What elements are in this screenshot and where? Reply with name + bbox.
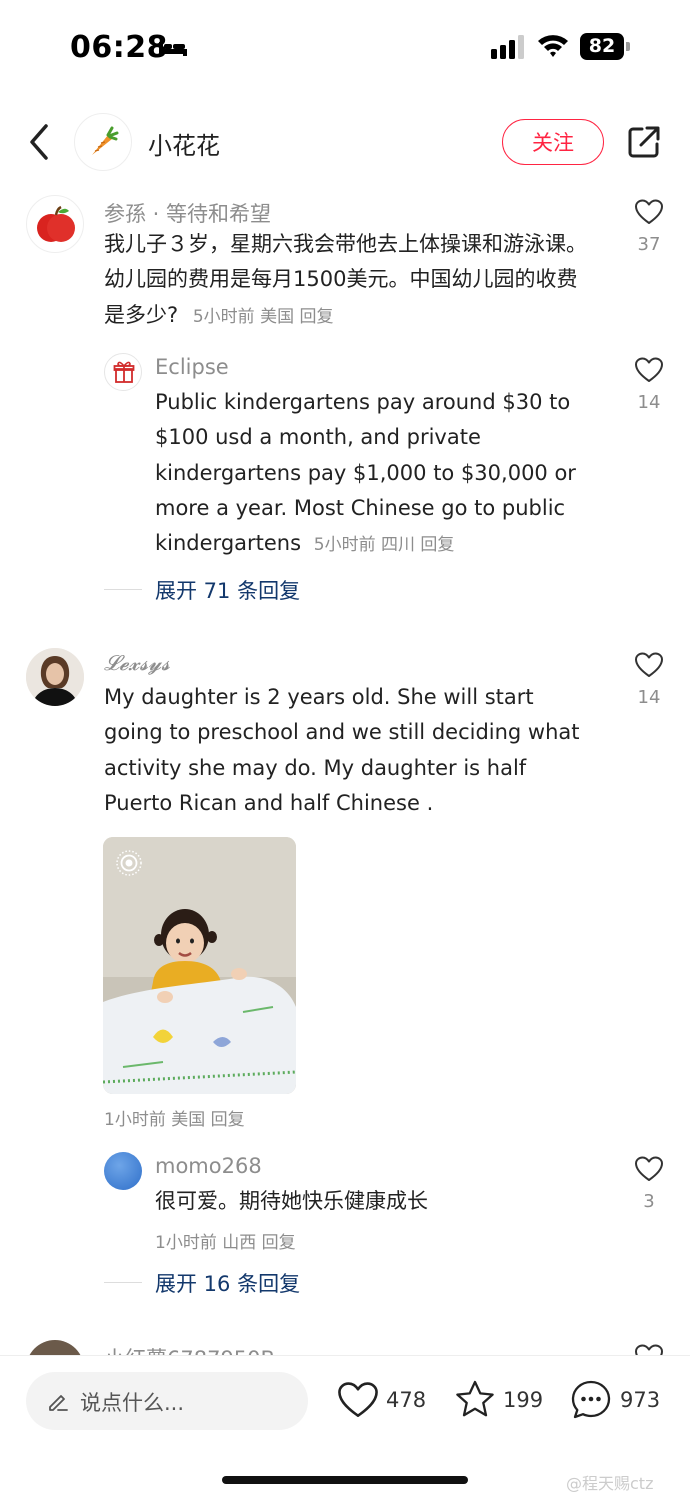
reply-meta[interactable]: 5小时前 四川 回复 bbox=[314, 535, 455, 555]
collect-button[interactable]: 199 bbox=[454, 1380, 550, 1424]
comment-total: 973 bbox=[620, 1388, 661, 1412]
comment-input[interactable]: 说点什么... bbox=[26, 1372, 308, 1430]
reply-like[interactable]: 14 bbox=[629, 356, 669, 413]
carrot-icon bbox=[92, 126, 119, 155]
author-avatar[interactable] bbox=[74, 113, 132, 171]
star-outline-icon bbox=[456, 1380, 494, 1417]
battery-level: 82 bbox=[580, 33, 624, 60]
heart-outline-icon bbox=[635, 652, 663, 677]
commenter-name[interactable]: 参孫 · 等待和希望 bbox=[104, 198, 271, 228]
watermark: @程天赐ctz bbox=[566, 1474, 654, 1493]
bottom-action-bar: 说点什么... 478 199 973 @程天赐ctz bbox=[0, 1355, 690, 1496]
expand-replies-label[interactable]: 展开 71 条回复 bbox=[155, 575, 300, 605]
comment-like[interactable]: 37 bbox=[629, 198, 669, 255]
comment-text: My daughter is 2 years old. She will sta… bbox=[104, 685, 580, 815]
reply-text: Public kindergartens pay around $30 to $… bbox=[155, 385, 595, 563]
apple-icon bbox=[37, 205, 75, 242]
comment-photo[interactable] bbox=[103, 837, 296, 1094]
heart-outline-icon bbox=[635, 199, 663, 224]
top-nav: 小花花 关注 bbox=[0, 110, 690, 174]
comment-body: 我儿子３岁，星期六我会带他去上体操课和游泳课。幼儿园的费用是每月1500美元。中… bbox=[104, 232, 587, 327]
heart-outline-icon bbox=[635, 1156, 663, 1181]
like-count: 37 bbox=[637, 234, 661, 255]
expand-replies-label[interactable]: 展开 16 条回复 bbox=[155, 1268, 300, 1298]
commenter-avatar[interactable] bbox=[26, 195, 84, 253]
comment-input-placeholder: 说点什么... bbox=[80, 1391, 185, 1415]
battery-indicator: 82 bbox=[580, 33, 630, 60]
gift-icon bbox=[113, 361, 135, 383]
replier-avatar[interactable] bbox=[104, 353, 142, 391]
wifi-icon bbox=[538, 35, 568, 57]
follow-button[interactable]: 关注 bbox=[502, 119, 604, 165]
heart-outline-icon bbox=[635, 357, 663, 382]
cellular-signal-icon bbox=[491, 35, 524, 59]
reply-body: Public kindergartens pay around $30 to $… bbox=[155, 390, 576, 556]
sleep-focus-icon bbox=[159, 42, 187, 56]
like-count: 14 bbox=[637, 687, 661, 708]
comment-bubble-icon bbox=[571, 1380, 611, 1419]
replier-name[interactable]: momo268 bbox=[155, 1154, 262, 1178]
author-name[interactable]: 小花花 bbox=[148, 126, 220, 161]
status-time: 06:28 bbox=[70, 30, 168, 65]
collect-total: 199 bbox=[503, 1388, 544, 1412]
reply-meta[interactable]: 1小时前 山西 回复 bbox=[155, 1228, 296, 1253]
comment-button[interactable]: 973 bbox=[570, 1380, 666, 1424]
like-count: 14 bbox=[637, 392, 661, 413]
live-photo-icon bbox=[116, 850, 142, 876]
comment-like[interactable]: 14 bbox=[629, 651, 669, 708]
like-button[interactable]: 478 bbox=[336, 1380, 432, 1424]
replier-avatar[interactable] bbox=[104, 1152, 142, 1190]
reply-like[interactable]: 3 bbox=[629, 1155, 669, 1212]
heart-outline-icon bbox=[338, 1382, 378, 1417]
like-total: 478 bbox=[386, 1388, 427, 1412]
share-icon[interactable] bbox=[626, 124, 662, 160]
replier-name[interactable]: Eclipse bbox=[155, 355, 229, 379]
avatar-photo bbox=[26, 648, 84, 706]
status-bar: 06:28 82 bbox=[0, 0, 690, 95]
back-arrow-icon[interactable] bbox=[26, 122, 54, 162]
comment-meta[interactable]: 5小时前 美国 回复 bbox=[193, 307, 334, 327]
home-indicator[interactable] bbox=[222, 1476, 468, 1484]
pencil-icon bbox=[49, 1395, 68, 1411]
commenter-avatar[interactable] bbox=[26, 648, 84, 706]
commenter-name[interactable]: 𝓛𝓮𝔁𝓼𝔂𝓼 bbox=[104, 651, 170, 676]
like-count: 3 bbox=[643, 1191, 655, 1212]
comment-text: 我儿子３岁，星期六我会带他去上体操课和游泳课。幼儿园的费用是每月1500美元。中… bbox=[104, 227, 594, 335]
comment-meta[interactable]: 1小时前 美国 回复 bbox=[104, 1105, 245, 1130]
reply-text: 很可爱。期待她快乐健康成长 bbox=[155, 1189, 428, 1213]
